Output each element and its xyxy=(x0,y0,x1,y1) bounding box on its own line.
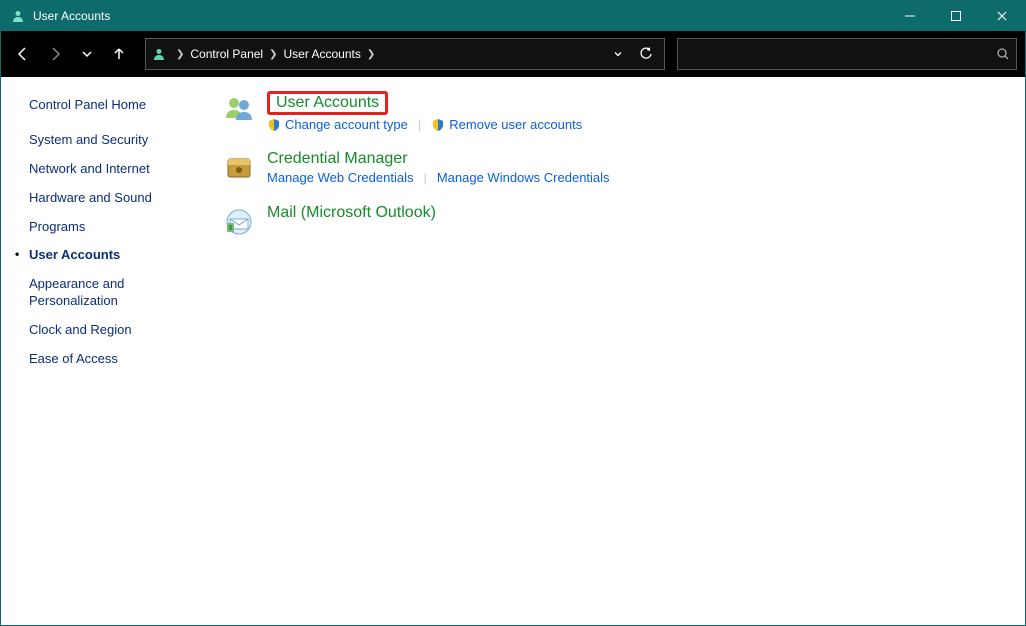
user-accounts-icon xyxy=(221,91,257,127)
credential-manager-heading[interactable]: Credential Manager xyxy=(267,150,610,168)
shield-icon xyxy=(267,118,281,132)
app-icon xyxy=(11,9,25,23)
window-frame: User Accounts ❯ Control Pa xyxy=(0,0,1026,626)
main-panel: User Accounts Change account type | Remo… xyxy=(201,77,1025,625)
link-change-account-type[interactable]: Change account type xyxy=(285,117,408,132)
search-input[interactable] xyxy=(684,47,996,61)
close-button[interactable] xyxy=(979,1,1025,31)
content-area: Control Panel Home System and Security N… xyxy=(1,77,1025,625)
maximize-button[interactable] xyxy=(933,1,979,31)
sidebar-item-ease-of-access[interactable]: Ease of Access xyxy=(29,351,179,368)
shield-icon xyxy=(431,118,445,132)
window-title: User Accounts xyxy=(33,9,110,23)
chevron-right-icon[interactable]: ❯ xyxy=(363,49,379,60)
address-bar[interactable]: ❯ Control Panel ❯ User Accounts ❯ xyxy=(145,38,665,70)
sidebar: Control Panel Home System and Security N… xyxy=(1,77,201,625)
separator: | xyxy=(423,170,426,185)
breadcrumb-user-accounts[interactable]: User Accounts xyxy=(282,47,363,61)
sidebar-item-appearance[interactable]: Appearance and Personalization xyxy=(29,276,179,310)
sidebar-home[interactable]: Control Panel Home xyxy=(29,97,179,114)
refresh-button[interactable] xyxy=(632,40,660,68)
category-mail: Mail (Microsoft Outlook) xyxy=(221,204,1005,240)
back-button[interactable] xyxy=(9,40,37,68)
link-remove-user-accounts[interactable]: Remove user accounts xyxy=(449,117,582,132)
link-manage-web-credentials[interactable]: Manage Web Credentials xyxy=(267,170,413,185)
search-box[interactable] xyxy=(677,38,1017,70)
minimize-button[interactable] xyxy=(887,1,933,31)
up-button[interactable] xyxy=(105,40,133,68)
credential-manager-icon xyxy=(221,150,257,186)
sidebar-item-programs[interactable]: Programs xyxy=(29,219,179,236)
sidebar-item-network-internet[interactable]: Network and Internet xyxy=(29,161,179,178)
forward-button[interactable] xyxy=(41,40,69,68)
navbar: ❯ Control Panel ❯ User Accounts ❯ xyxy=(1,31,1025,77)
chevron-right-icon[interactable]: ❯ xyxy=(265,49,281,60)
user-icon xyxy=(152,47,166,61)
category-credential-manager: Credential Manager Manage Web Credential… xyxy=(221,150,1005,186)
sidebar-item-user-accounts[interactable]: User Accounts xyxy=(29,247,179,264)
mail-heading[interactable]: Mail (Microsoft Outlook) xyxy=(267,204,436,222)
link-manage-windows-credentials[interactable]: Manage Windows Credentials xyxy=(437,170,610,185)
address-dropdown-button[interactable] xyxy=(604,40,632,68)
recent-locations-button[interactable] xyxy=(73,40,101,68)
sidebar-item-hardware-sound[interactable]: Hardware and Sound xyxy=(29,190,179,207)
titlebar: User Accounts xyxy=(1,1,1025,31)
user-accounts-heading[interactable]: User Accounts xyxy=(267,91,388,115)
mail-icon xyxy=(221,204,257,240)
breadcrumb-control-panel[interactable]: Control Panel xyxy=(188,47,265,61)
category-user-accounts: User Accounts Change account type | Remo… xyxy=(221,91,1005,132)
sidebar-item-clock-region[interactable]: Clock and Region xyxy=(29,322,179,339)
sidebar-item-system-security[interactable]: System and Security xyxy=(29,132,179,149)
search-icon[interactable] xyxy=(996,47,1010,61)
separator: | xyxy=(418,117,421,132)
chevron-right-icon[interactable]: ❯ xyxy=(172,49,188,60)
